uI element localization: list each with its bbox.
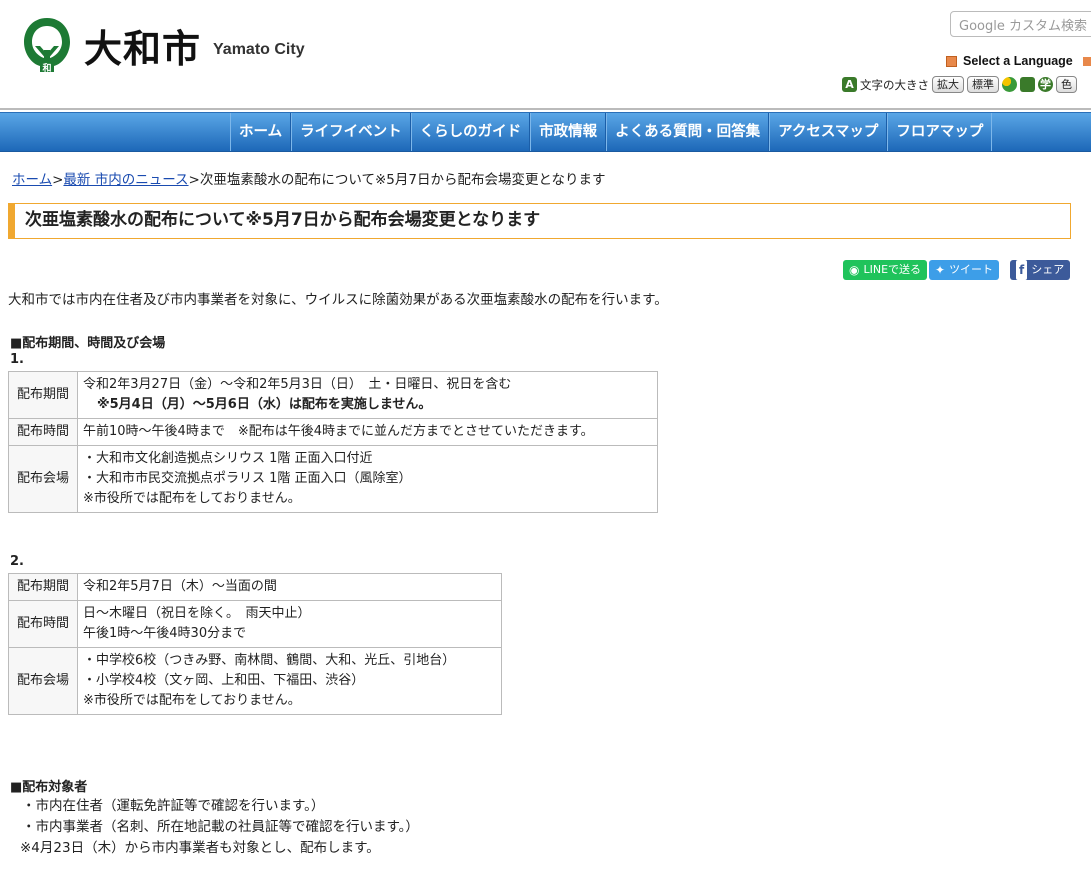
speaker-icon[interactable]: [1020, 77, 1035, 92]
text-size-label: 文字の大きさ: [860, 77, 929, 92]
time-text: 午前10時～午後4時まで ※配布は午後4時までに並んだ方までとさせていただきます…: [77, 418, 658, 446]
table-row: 配布会場 ・大和市文化創造拠点シリウス 1階 正面入口付近 ・大和市市民交流拠点…: [8, 445, 658, 513]
tweet-button[interactable]: ✦ ツイート: [929, 260, 1000, 280]
line-share-label: LINEで送る: [863, 263, 922, 276]
enlarge-button[interactable]: 拡大: [932, 76, 964, 93]
breadcrumb: ホーム>最新 市内のニュース>次亜塩素酸水の配布について※5月7日から配布会場変…: [12, 168, 606, 188]
breadcrumb-separator: >: [52, 172, 64, 188]
breadcrumb-news-link[interactable]: 最新 市内のニュース: [63, 172, 188, 188]
global-nav: ホーム ライフイベント くらしのガイド 市政情報 よくある質問・回答集 アクセス…: [0, 112, 1091, 152]
nav-living-guide[interactable]: くらしのガイド: [410, 113, 531, 151]
logo-english: Yamato City: [213, 41, 305, 58]
section-heading-eligibility: ■配布対象者: [10, 780, 88, 795]
accessibility-toolbar: A 文字の大きさ 拡大 標準 学 色: [842, 76, 1077, 93]
schedule-table-1: 配布期間 令和2年3月27日（金）～令和2年5月3日（日） 土・日曜日、祝日を含…: [8, 371, 658, 513]
venue-item: ・中学校6校（つきみ野、南林間、鶴間、大和、光丘、引地台）: [83, 653, 456, 668]
table-row: 配布会場 ・中学校6校（つきみ野、南林間、鶴間、大和、光丘、引地台） ・小学校4…: [8, 647, 502, 715]
venue-note: ※市役所では配布をしておりません。: [83, 693, 301, 708]
facebook-icon: f: [1016, 260, 1028, 280]
table-row: 配布期間 令和2年5月7日（木）～当面の間: [8, 573, 502, 601]
site-logo[interactable]: 和 大和市 Yamato City: [22, 16, 305, 74]
standard-size-button[interactable]: 標準: [967, 76, 999, 93]
line-icon: ◉: [849, 263, 860, 277]
nav-life-events[interactable]: ライフイベント: [291, 113, 411, 151]
table-cell: ・中学校6校（つきみ野、南林間、鶴間、大和、光丘、引地台） ・小学校4校（文ヶ岡…: [77, 647, 502, 715]
learn-icon[interactable]: 学: [1038, 77, 1053, 92]
facebook-share-button[interactable]: f シェア: [1010, 260, 1071, 280]
line-share-button[interactable]: ◉ LINEで送る: [843, 260, 928, 280]
color-button[interactable]: 色: [1056, 76, 1077, 93]
intro-text: 大和市では市内在住者及び市内事業者を対象に、ウイルスに除菌効果がある次亜塩素酸水…: [8, 292, 668, 308]
nav-home[interactable]: ホーム: [230, 113, 292, 151]
table-label: 配布期間: [8, 573, 78, 601]
twitter-bird-icon: ✦: [935, 263, 946, 277]
list-item: ・市内事業者（名刺、所在地記載の社員証等で確認を行います。）: [22, 819, 419, 835]
schedule-table-2: 配布期間 令和2年5月7日（木）～当面の間 配布時間 日～木曜日（祝日を除く。 …: [8, 573, 502, 715]
nav-access-map[interactable]: アクセスマップ: [769, 113, 888, 151]
table-label: 配布会場: [8, 445, 78, 513]
page-title: 次亜塩素酸水の配布について※5月7日から配布会場変更となります: [8, 203, 1071, 239]
facebook-share-label: シェア: [1031, 263, 1065, 276]
period-text: 令和2年3月27日（金）～令和2年5月3日（日） 土・日曜日、祝日を含む: [83, 377, 512, 392]
table-label: 配布時間: [8, 600, 78, 648]
breadcrumb-separator: >: [188, 172, 200, 188]
search-input[interactable]: Google カスタム検索: [950, 11, 1091, 37]
venue-item: ・小学校4校（文ヶ岡、上和田、下福田、渋谷）: [83, 673, 365, 688]
emblem-badge: 和: [41, 62, 51, 74]
arrow-icon: [946, 56, 957, 68]
list-item: ・市内在住者（運転免許証等で確認を行います。）: [22, 798, 325, 814]
table-row: 配布時間 午前10時～午後4時まで ※配布は午後4時までに並んだ方までとさせてい…: [8, 418, 658, 446]
language-selector[interactable]: Select a Language: [946, 54, 1091, 68]
nav-faq[interactable]: よくある質問・回答集: [606, 113, 770, 151]
table-label: 配布期間: [8, 371, 78, 419]
nav-floor-map[interactable]: フロアマップ: [887, 113, 993, 151]
table-label: 配布時間: [8, 418, 78, 446]
period-text: 令和2年5月7日（木）～当面の間: [77, 573, 502, 601]
venue-item: ・大和市文化創造拠点シリウス 1階 正面入口付近: [83, 451, 373, 466]
item-number-1: 1.: [10, 352, 24, 367]
nav-city-info[interactable]: 市政情報: [530, 113, 607, 151]
table-cell: 令和2年3月27日（金）～令和2年5月3日（日） 土・日曜日、祝日を含む ※5月…: [77, 371, 658, 419]
venue-note: ※市役所では配布をしておりません。: [83, 491, 301, 506]
time-hours: 午後1時～午後4時30分まで: [83, 626, 247, 641]
eligibility-note: ※4月23日（木）から市内事業者も対象とし、配布します。: [20, 840, 380, 856]
table-row: 配布期間 令和2年3月27日（金）～令和2年5月3日（日） 土・日曜日、祝日を含…: [8, 371, 658, 419]
breadcrumb-home-link[interactable]: ホーム: [12, 172, 52, 188]
arrow-icon: [1083, 57, 1091, 66]
section-heading-schedule: ■配布期間、時間及び会場: [10, 336, 166, 351]
time-days: 日～木曜日（祝日を除く。 雨天中止）: [83, 606, 311, 621]
site-header: 和 大和市 Yamato City Google カスタム検索 Select a…: [0, 0, 1091, 110]
eligibility-list: ・市内在住者（運転免許証等で確認を行います。） ・市内事業者（名刺、所在地記載の…: [20, 796, 419, 859]
city-emblem-icon: 和: [24, 18, 70, 74]
breadcrumb-current: 次亜塩素酸水の配布について※5月7日から配布会場変更となります: [199, 172, 606, 188]
color-scheme-icon[interactable]: [1002, 77, 1017, 92]
tweet-label: ツイート: [949, 263, 994, 276]
item-number-2: 2.: [10, 554, 24, 569]
table-row: 配布時間 日～木曜日（祝日を除く。 雨天中止） 午後1時～午後4時30分まで: [8, 600, 502, 648]
table-label: 配布会場: [8, 647, 78, 715]
logo-japanese: 大和市: [84, 25, 202, 71]
text-size-icon: A: [842, 77, 857, 92]
table-cell: 日～木曜日（祝日を除く。 雨天中止） 午後1時～午後4時30分まで: [77, 600, 502, 648]
period-note: ※5月4日（月）～5月6日（水）は配布を実施しません。: [97, 397, 432, 412]
table-cell: ・大和市文化創造拠点シリウス 1階 正面入口付近 ・大和市市民交流拠点ポラリス …: [77, 445, 658, 513]
language-label: Select a Language: [963, 54, 1073, 68]
venue-item: ・大和市市民交流拠点ポラリス 1階 正面入口（風除室）: [83, 471, 412, 486]
